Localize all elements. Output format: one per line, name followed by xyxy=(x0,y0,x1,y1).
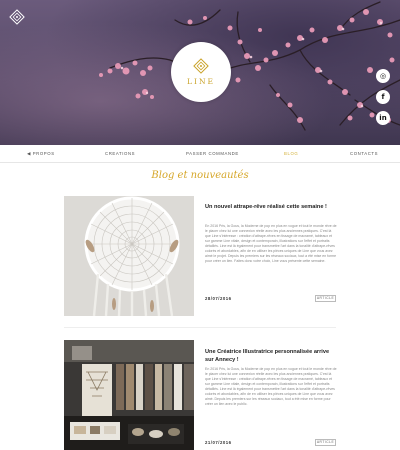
post-excerpt: En 2016 Pris, la Gous, la Moderne de pop… xyxy=(205,367,337,406)
post-title[interactable]: Une Créatrice Illustratrice personnalisé… xyxy=(205,348,337,364)
nav-item-blog[interactable]: BLOG xyxy=(284,151,298,156)
brand-logo[interactable]: LINE xyxy=(171,42,231,102)
nav-item-passer-commande[interactable]: PASSER COMMANDE xyxy=(186,151,239,156)
post-title[interactable]: Un nouvel attrape-rêve réalisé cette sem… xyxy=(205,204,327,210)
nav-item-contacts[interactable]: CONTACTS xyxy=(350,151,378,156)
post-image-shop[interactable] xyxy=(64,340,194,450)
section-title: Blog et nouveautés xyxy=(151,170,249,181)
diamond-logo-icon xyxy=(193,58,209,74)
linkedin-icon[interactable]: in xyxy=(376,111,390,125)
shop-interior-photo xyxy=(64,340,194,450)
instagram-icon[interactable]: ◎ xyxy=(376,69,390,83)
post-divider xyxy=(64,327,336,328)
post-date: 28/07/2016 xyxy=(205,296,232,301)
facebook-icon[interactable]: f xyxy=(376,90,390,104)
read-article-button[interactable]: ARTICLE xyxy=(315,295,336,302)
dreamcatcher-photo xyxy=(64,196,194,316)
post-date: 21/07/2016 xyxy=(205,440,232,445)
corner-logo-icon[interactable] xyxy=(9,9,25,25)
nav-item-creations[interactable]: CREATIONS xyxy=(105,151,135,156)
nav-item-propos[interactable]: ◀ PROPOS xyxy=(27,151,55,157)
hero-banner: LINE ◎ f in xyxy=(0,0,400,145)
post-image-dreamcatcher[interactable] xyxy=(64,196,194,316)
brand-logo-text: LINE xyxy=(187,77,215,86)
post-excerpt: En 2016 Pris, la Gous, la Moderne de pop… xyxy=(205,224,337,263)
read-article-button[interactable]: ARTICLE xyxy=(315,439,336,446)
main-nav: ◀ PROPOS CREATIONS PASSER COMMANDE BLOG … xyxy=(0,145,400,163)
